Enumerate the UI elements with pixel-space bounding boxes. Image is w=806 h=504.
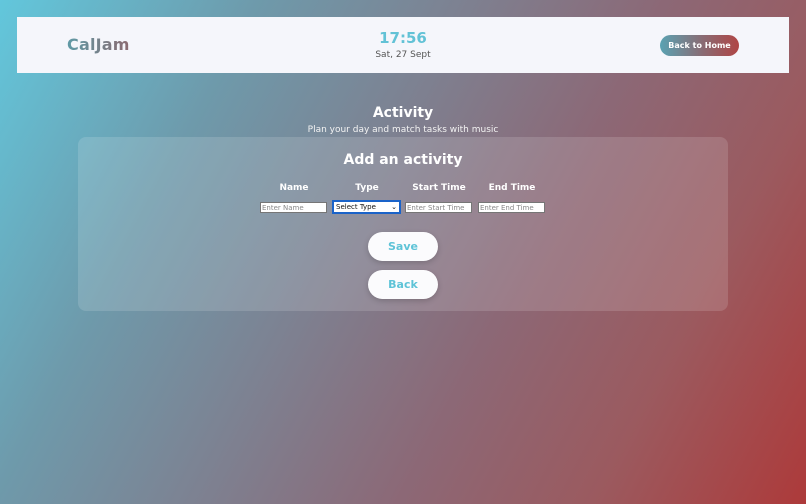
column-header-type: Type (355, 183, 379, 193)
type-select-value: Select Type (336, 203, 376, 211)
column-header-name: Name (279, 183, 309, 193)
name-input[interactable] (260, 202, 327, 213)
column-header-end-time: End Time (488, 183, 536, 193)
type-select[interactable]: Select Type ⌄ (332, 200, 401, 214)
panel-title: Add an activity (343, 152, 463, 168)
start-time-input[interactable] (405, 202, 472, 213)
add-activity-panel: Add an activity Name Type Start Time End… (78, 137, 728, 311)
chevron-down-icon: ⌄ (391, 203, 397, 211)
back-to-home-button[interactable]: Back to Home (660, 35, 739, 56)
top-header: CalJam 17:56 Sat, 27 Sept Back to Home (17, 17, 789, 73)
column-header-start-time: Start Time (412, 183, 466, 193)
page-title: Activity (372, 105, 434, 121)
end-time-input[interactable] (478, 202, 545, 213)
save-button[interactable]: Save (368, 232, 438, 261)
back-button[interactable]: Back (368, 270, 438, 299)
page-subtitle: Plan your day and match tasks with music (307, 125, 499, 135)
